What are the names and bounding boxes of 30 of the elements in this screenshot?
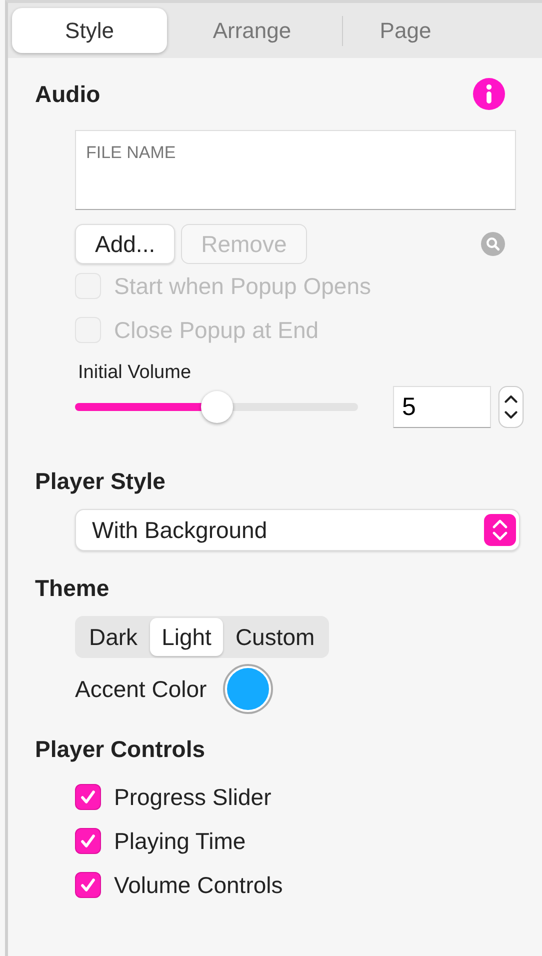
tab[interactable]: Arrange (167, 8, 337, 53)
section-title: Audio (35, 80, 100, 108)
button[interactable]: Add... (75, 224, 176, 264)
tab[interactable]: Style (12, 8, 167, 53)
section-title: Theme (35, 575, 110, 602)
checkbox-label: Start when Popup Opens (114, 272, 371, 300)
section-title: Player Style (35, 468, 166, 495)
color-well[interactable] (222, 664, 273, 714)
checkbox-label: Volume Controls (114, 872, 283, 898)
segment[interactable]: Dark (77, 618, 150, 656)
search-icon[interactable] (481, 232, 505, 256)
style-dropdown[interactable]: With Background (75, 509, 520, 551)
info-icon[interactable] (473, 78, 505, 110)
up-down-chevron-icon (484, 514, 516, 546)
checkbox[interactable] (75, 828, 101, 854)
segment[interactable]: Light (150, 618, 224, 656)
volume-field[interactable]: 5 (393, 386, 491, 428)
tab[interactable]: Page (343, 8, 468, 53)
segment[interactable]: Custom (223, 618, 327, 656)
stepper-icon[interactable] (498, 386, 524, 428)
checkbox[interactable] (75, 784, 101, 810)
section-title: Player Controls (35, 736, 206, 763)
file-list-field[interactable]: FILE NAME (75, 130, 516, 210)
checkbox-label: Playing Time (114, 828, 246, 854)
slider-label: Initial Volume (78, 362, 192, 384)
accent-color-label: Accent Color (75, 676, 207, 702)
checkbox-label: Progress Slider (114, 784, 272, 810)
volume-slider[interactable] (75, 391, 358, 423)
checkbox-label: Close Popup at End (114, 316, 319, 344)
checkbox[interactable] (75, 872, 101, 898)
